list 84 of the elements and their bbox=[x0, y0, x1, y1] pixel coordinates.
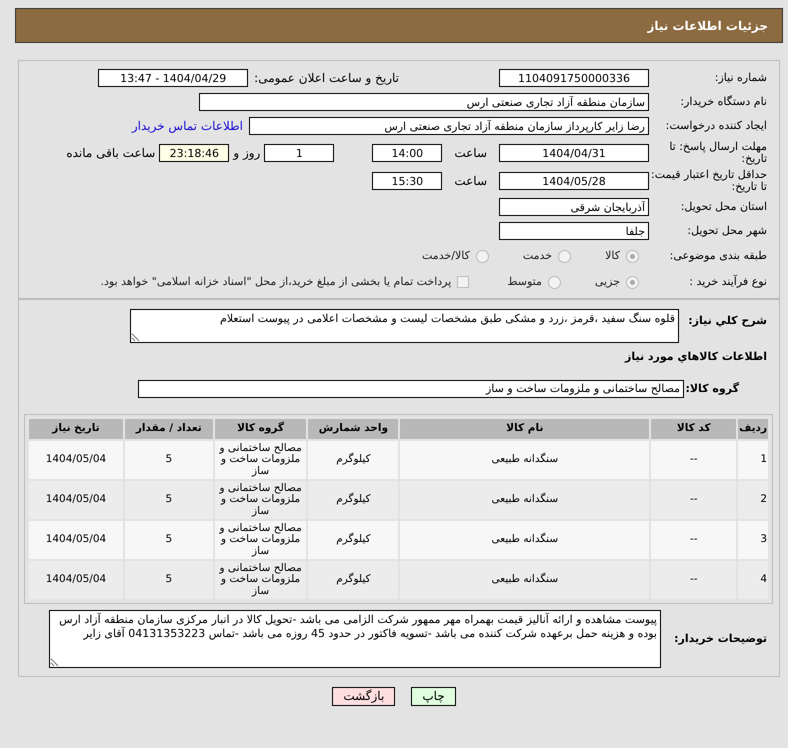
column-header: تعداد / مقدار bbox=[124, 418, 213, 439]
table-cell: 5 bbox=[124, 560, 213, 599]
field-label: استان محل تحویل: bbox=[680, 201, 768, 214]
table-cell: کیلوگرم bbox=[308, 440, 398, 479]
input-field[interactable]: مصالح ساختمانی و ملزومات ساخت و ساز bbox=[138, 380, 684, 398]
field-label: نام دستگاه خریدار: bbox=[679, 96, 768, 108]
table-cell: 1404/05/04 bbox=[29, 520, 123, 559]
option-label: خدمت bbox=[522, 248, 552, 264]
input-field[interactable]: رضا زایر کارپرداز سازمان منطقه آزاد تجاری صنعتی ارس bbox=[249, 117, 649, 135]
table-cell: -- bbox=[651, 480, 736, 519]
input-field[interactable]: 15:30 bbox=[372, 172, 442, 190]
column-header: نام کالا bbox=[400, 418, 650, 439]
option-label: کالا bbox=[605, 248, 620, 264]
text-area[interactable]: قلوه سنگ سفید ،قرمز ،زرد و مشکی طبق مشخصات لیست و مشخصات اعلامی در پیوست استعلام bbox=[130, 309, 679, 344]
table-cell: -- bbox=[651, 560, 736, 599]
input-field[interactable]: 23:18:46 bbox=[159, 144, 230, 162]
field-label: شرح کلي نياز: bbox=[687, 313, 768, 328]
table-cell: 5 bbox=[124, 440, 213, 479]
field-label: طبقه بندی موضوعی: bbox=[668, 250, 768, 262]
table-cell: -- bbox=[651, 440, 736, 479]
field-label: شماره نیاز: bbox=[714, 72, 768, 84]
checkbox[interactable] bbox=[457, 276, 470, 288]
table-cell: 5 bbox=[124, 480, 213, 519]
input-field[interactable]: آذربایجان شرقی bbox=[499, 198, 649, 216]
input-field[interactable]: 14:00 bbox=[372, 144, 442, 162]
table-cell: کیلوگرم bbox=[308, 560, 398, 599]
field-label: ساعت bbox=[453, 145, 488, 162]
option-label: متوسط bbox=[507, 274, 542, 290]
back-button[interactable]: بازگشت bbox=[332, 686, 396, 706]
input-field[interactable]: 1404/04/31 bbox=[499, 144, 649, 162]
field-label: حداقل تاریخ اعتبار قیمت: تا تاریخ: bbox=[650, 169, 768, 194]
input-field[interactable]: 1104091750000336 bbox=[499, 69, 649, 87]
column-header: واحد شمارش bbox=[308, 418, 398, 439]
field-label: ایجاد کننده درخواست: bbox=[664, 120, 768, 132]
table-cell: سنگدانه طبیعی bbox=[400, 440, 650, 479]
table-cell: کیلوگرم bbox=[308, 480, 398, 519]
field-label: ساعت bbox=[453, 173, 488, 190]
table-cell: مصالح ساختمانی و ملزومات ساخت و ساز bbox=[214, 480, 306, 519]
table-cell: سنگدانه طبیعی bbox=[400, 560, 650, 599]
table-cell: سنگدانه طبیعی bbox=[400, 520, 650, 559]
radio-button[interactable] bbox=[558, 250, 572, 263]
table-cell: -- bbox=[651, 520, 736, 559]
input-field[interactable]: سازمان منطقه آزاد تجاری صنعتی ارس bbox=[199, 93, 649, 111]
table-cell: مصالح ساختمانی و ملزومات ساخت و ساز bbox=[214, 520, 306, 559]
option-label: کالا/خدمت bbox=[422, 248, 470, 264]
column-header: گروه کالا bbox=[214, 418, 306, 439]
page-title-bar: جزئیات اطلاعات نیاز bbox=[15, 8, 783, 43]
radio-button[interactable] bbox=[476, 250, 489, 263]
checkbox-label: پرداخت تمام یا بخشی از مبلغ خرید،از محل "اسناد خزانه اسلامی" خواهد بود. bbox=[100, 274, 452, 290]
column-header: تاریخ نیاز bbox=[29, 418, 123, 439]
radio-button[interactable] bbox=[626, 276, 639, 289]
table-cell: 1 bbox=[738, 440, 768, 479]
input-field[interactable]: 1404/05/28 bbox=[499, 172, 649, 190]
input-field[interactable]: 1404/04/29 - 13:47 bbox=[98, 69, 248, 87]
column-header: کد کالا bbox=[651, 418, 736, 439]
table-cell: سنگدانه طبیعی bbox=[400, 480, 650, 519]
radio-button[interactable] bbox=[626, 250, 639, 263]
field-label: ساعت باقی مانده bbox=[65, 145, 156, 162]
table-cell: مصالح ساختمانی و ملزومات ساخت و ساز bbox=[214, 440, 306, 479]
table-cell: 3 bbox=[738, 520, 768, 559]
table-cell: مصالح ساختمانی و ملزومات ساخت و ساز bbox=[214, 560, 306, 599]
section-heading: اطلاعات کالاهاي مورد نياز bbox=[624, 349, 768, 366]
column-header: ردیف bbox=[738, 418, 768, 439]
table-cell: 2 bbox=[738, 480, 768, 519]
field-label: مهلت ارسال پاسخ: تا تاریخ: bbox=[668, 141, 768, 166]
print-button[interactable]: چاپ bbox=[411, 686, 456, 706]
table-cell: 5 bbox=[124, 520, 213, 559]
contact-link[interactable]: اطلاعات تماس خریدار bbox=[132, 117, 243, 135]
table-cell: 1404/05/04 bbox=[29, 480, 123, 519]
input-field[interactable]: 1 bbox=[264, 144, 334, 162]
table-cell: کیلوگرم bbox=[308, 520, 398, 559]
radio-button[interactable] bbox=[548, 276, 561, 289]
table-cell: 4 bbox=[738, 560, 768, 599]
field-label: گروه کالا: bbox=[684, 382, 740, 395]
table-cell: 1404/05/04 bbox=[29, 560, 123, 599]
field-label: توضیحات خریدار: bbox=[673, 632, 768, 645]
option-label: جزیی bbox=[594, 274, 620, 290]
field-label: تاریخ و ساعت اعلان عمومی: bbox=[253, 70, 400, 87]
field-label: نوع فرآیند خرید : bbox=[688, 276, 768, 288]
input-field[interactable]: جلفا bbox=[499, 222, 649, 240]
text-area[interactable]: پیوست مشاهده و ارائه آنالیز قیمت بهمراه مهر ممهور شرکت الزامی می باشد -تحویل کالا در انبار مرکزی سازمان منطقه آزاد ارس بوده و هزینه حمل برعهده شرکت کننده می باشد -تسویه فاکتور در حدود 45 روزه می باشد -تماس 04131353223 آقای زایر bbox=[49, 610, 661, 668]
table-cell: 1404/05/04 bbox=[29, 440, 123, 479]
field-label: روز و bbox=[232, 145, 262, 162]
field-label: شهر محل تحویل: bbox=[686, 225, 768, 238]
